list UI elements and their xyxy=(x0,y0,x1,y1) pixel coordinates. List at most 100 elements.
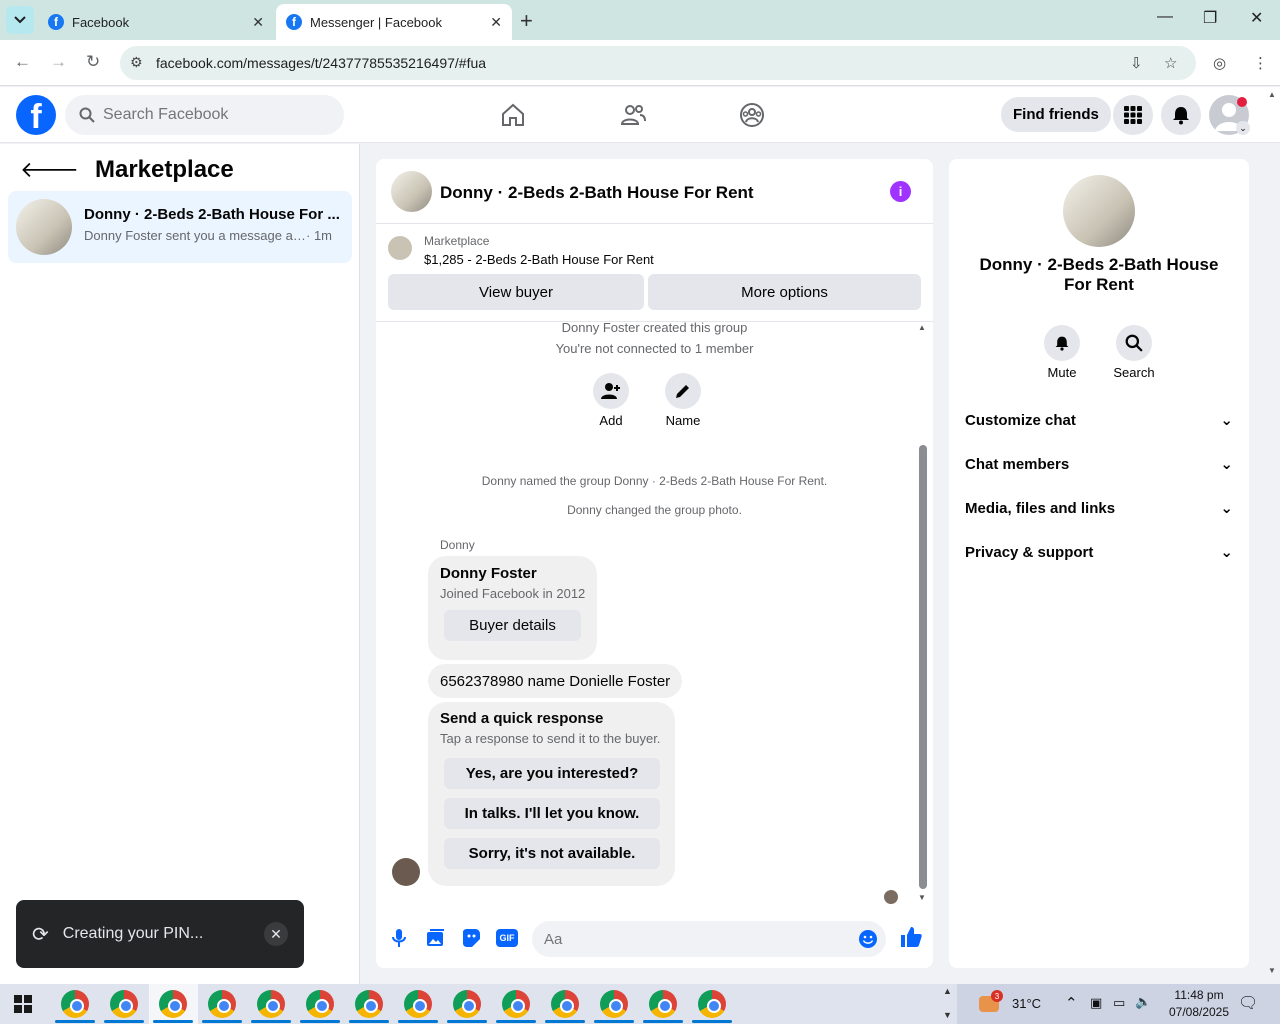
chrome-app-icon[interactable] xyxy=(159,990,187,1018)
minimize-icon[interactable]: — xyxy=(1157,8,1173,26)
reload-icon[interactable]: ↻ xyxy=(86,52,100,72)
search-icon xyxy=(79,107,95,123)
bookmark-star-icon[interactable]: ☆ xyxy=(1164,54,1177,72)
home-icon[interactable] xyxy=(499,101,527,129)
facebook-logo-icon[interactable]: f xyxy=(16,95,56,135)
group-avatar[interactable] xyxy=(1063,175,1135,247)
chrome-app-icon[interactable] xyxy=(600,990,628,1018)
tab-messenger[interactable]: f Messenger | Facebook ✕ xyxy=(276,4,512,40)
search-chat-button[interactable] xyxy=(1116,325,1152,361)
find-friends-button[interactable]: Find friends xyxy=(1001,97,1111,132)
chrome-app-icon[interactable] xyxy=(257,990,285,1018)
chrome-app-icon[interactable] xyxy=(404,990,432,1018)
chrome-app-icon[interactable] xyxy=(208,990,236,1018)
section-privacy-support[interactable]: Privacy & support ⌄ xyxy=(965,543,1233,562)
message-input[interactable] xyxy=(544,930,844,948)
view-buyer-button[interactable]: View buyer xyxy=(388,274,644,310)
message-bubble[interactable]: 6562378980 name Donielle Foster xyxy=(428,664,683,698)
chrome-app-icon[interactable] xyxy=(649,990,677,1018)
search-input[interactable] xyxy=(103,106,323,124)
tab-close-icon[interactable]: ✕ xyxy=(490,14,502,31)
volume-icon[interactable]: 🔈 xyxy=(1135,994,1151,1010)
mute-button[interactable] xyxy=(1044,325,1080,361)
install-app-icon[interactable]: ⇩ xyxy=(1130,54,1143,72)
back-arrow-icon[interactable]: 🡐 xyxy=(20,157,79,183)
menu-grid-button[interactable] xyxy=(1113,95,1153,135)
tab-search-button[interactable] xyxy=(6,6,34,34)
buyer-details-button[interactable]: Buyer details xyxy=(444,610,581,641)
account-chevron-icon[interactable]: ⌄ xyxy=(1236,121,1250,135)
quick-response-yes[interactable]: Yes, are you interested? xyxy=(444,758,660,789)
marketplace-label: Marketplace xyxy=(424,234,490,248)
site-info-icon[interactable]: ⚙ xyxy=(130,54,143,71)
chat-avatar[interactable] xyxy=(391,171,432,212)
close-window-icon[interactable]: ✕ xyxy=(1250,8,1263,28)
chrome-app-icon[interactable] xyxy=(61,990,89,1018)
tab-close-icon[interactable]: ✕ xyxy=(252,14,264,31)
name-group-button[interactable] xyxy=(665,373,701,409)
meet-icon[interactable]: ▣ xyxy=(1090,995,1102,1011)
running-indicator xyxy=(447,1020,487,1023)
chrome-app-icon[interactable] xyxy=(355,990,383,1018)
microphone-icon[interactable] xyxy=(388,927,410,949)
message-input-box[interactable] xyxy=(532,921,886,957)
toast-close-icon[interactable]: ✕ xyxy=(264,922,288,946)
chrome-app-icon[interactable] xyxy=(306,990,334,1018)
forward-arrow-icon[interactable]: → xyxy=(50,52,67,72)
more-menu-icon[interactable]: ⋮ xyxy=(1253,54,1268,72)
restore-icon[interactable]: ❐ xyxy=(1203,8,1217,28)
chrome-app-icon[interactable] xyxy=(502,990,530,1018)
chrome-app-icon[interactable] xyxy=(110,990,138,1018)
chrome-app-icon[interactable] xyxy=(551,990,579,1018)
scroll-down-icon[interactable]: ▼ xyxy=(1268,966,1276,975)
clock-time[interactable]: 11:48 pm xyxy=(1168,988,1230,1002)
chrome-app-icon[interactable] xyxy=(453,990,481,1018)
chat-title[interactable]: Donny · 2-Beds 2-Bath House For Rent xyxy=(440,183,754,203)
quick-response-card: Send a quick response Tap a response to … xyxy=(428,702,675,886)
windows-start-icon[interactable] xyxy=(14,995,32,1013)
group-named-text: Donny named the group Donny · 2-Beds 2-B… xyxy=(481,474,828,488)
chrome-app-icon[interactable] xyxy=(698,990,726,1018)
listing-title[interactable]: $1,285 - 2-Beds 2-Bath House For Rent xyxy=(424,252,654,267)
section-media-files-links[interactable]: Media, files and links ⌄ xyxy=(965,499,1233,518)
taskbar-scroll-down-icon[interactable]: ▼ xyxy=(943,1010,952,1020)
friends-icon[interactable] xyxy=(619,101,647,129)
section-chat-members[interactable]: Chat members ⌄ xyxy=(965,455,1233,474)
more-options-button[interactable]: More options xyxy=(648,274,921,310)
scroll-up-icon[interactable]: ▲ xyxy=(1268,90,1280,99)
address-bar[interactable]: ⚙ facebook.com/messages/t/24377785535216… xyxy=(120,46,1196,80)
sticker-icon[interactable] xyxy=(460,927,482,949)
profile-icon[interactable]: ◎ xyxy=(1213,54,1226,72)
notification-center-icon[interactable]: 🗨 xyxy=(1238,993,1258,1013)
new-tab-button[interactable]: + xyxy=(520,8,533,34)
groups-icon[interactable] xyxy=(738,101,766,129)
scroll-down-icon[interactable]: ▼ xyxy=(918,893,926,902)
running-indicator xyxy=(104,1020,144,1023)
search-box[interactable] xyxy=(65,95,344,135)
search-label: Search xyxy=(1113,365,1155,380)
thumbs-up-icon[interactable] xyxy=(899,925,923,949)
quick-response-in-talks[interactable]: In talks. I'll let you know. xyxy=(444,798,660,829)
info-icon[interactable]: i xyxy=(890,181,911,202)
section-customize-chat[interactable]: Customize chat ⌄ xyxy=(965,411,1233,430)
emoji-icon[interactable] xyxy=(858,929,878,949)
gif-icon[interactable]: GIF xyxy=(496,929,518,947)
network-icon[interactable]: ▭ xyxy=(1113,995,1125,1011)
conversation-item[interactable]: Donny · 2-Beds 2-Bath House For ... Donn… xyxy=(8,191,352,263)
quick-response-not-available[interactable]: Sorry, it's not available. xyxy=(444,838,660,869)
photo-icon[interactable] xyxy=(424,927,446,949)
taskbar-scroll-up-icon[interactable]: ▲ xyxy=(943,986,952,996)
group-created-text: Donny Foster created this group xyxy=(561,320,748,335)
temperature-text[interactable]: 31°C xyxy=(1012,996,1041,1011)
page-scrollbar[interactable]: ▲ ▼ xyxy=(1268,90,1280,984)
chat-scrollbar[interactable]: ▲ ▼ xyxy=(917,323,927,902)
tray-chevron-icon[interactable]: ⌃ xyxy=(1065,994,1078,1012)
group-name: Donny · 2-Beds 2-Bath House For Rent xyxy=(979,255,1219,294)
add-member-button[interactable] xyxy=(593,373,629,409)
notifications-button[interactable] xyxy=(1161,95,1201,135)
clock-date[interactable]: 07/08/2025 xyxy=(1160,1005,1238,1019)
pin-toast: ⟳ Creating your PIN... ✕ xyxy=(16,900,304,968)
tab-facebook[interactable]: f Facebook ✕ xyxy=(38,4,274,40)
back-arrow-icon[interactable]: ← xyxy=(14,52,31,72)
sender-avatar[interactable] xyxy=(392,858,420,886)
